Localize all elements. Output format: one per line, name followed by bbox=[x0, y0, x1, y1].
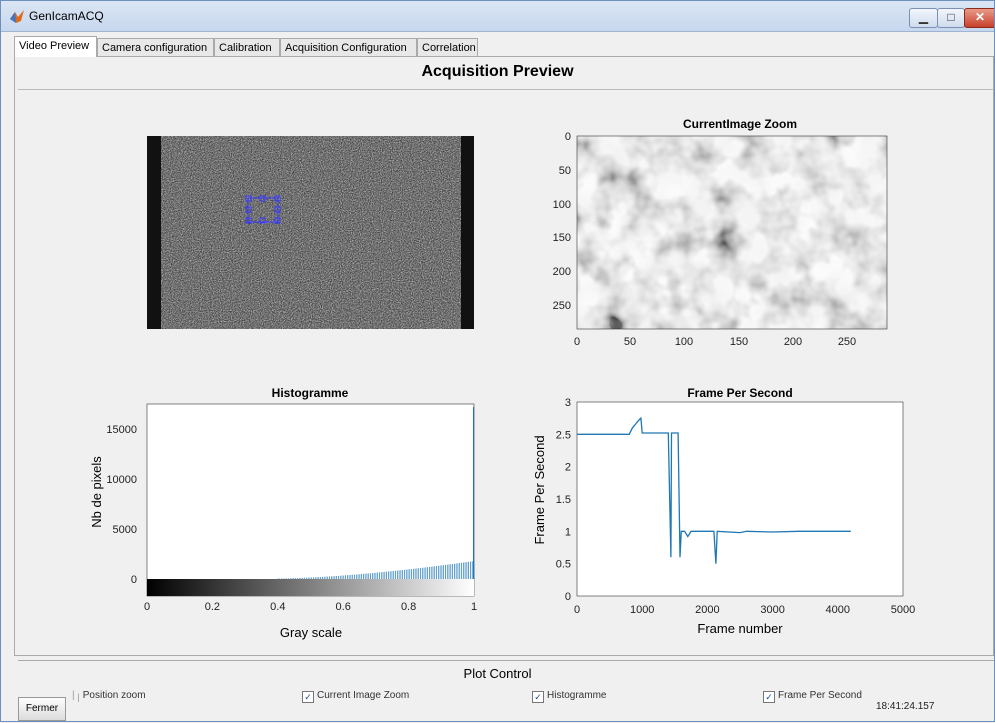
histogram-x-tick: 0.8 bbox=[401, 601, 416, 613]
zoom-y-tick: 250 bbox=[553, 300, 571, 312]
camera-image bbox=[147, 136, 474, 329]
fps-y-tick: 1.5 bbox=[556, 494, 571, 506]
tab-video-preview[interactable]: Video Preview bbox=[14, 36, 97, 57]
histogram-y-tick: 0 bbox=[131, 574, 137, 586]
divider bbox=[18, 89, 994, 90]
fps-y-tick: 0 bbox=[565, 591, 571, 603]
fps-x-tick: 1000 bbox=[630, 604, 654, 616]
zoom-image bbox=[577, 136, 887, 329]
check-label: Histogramme bbox=[547, 690, 607, 701]
check-position-zoom[interactable]: | | Position zoom bbox=[72, 690, 146, 702]
fps-y-tick: 0.5 bbox=[556, 559, 571, 571]
zoom-x-tick: 100 bbox=[675, 336, 693, 348]
fps-y-tick: 3 bbox=[565, 397, 571, 409]
checkbox-position-zoom[interactable]: | bbox=[77, 692, 79, 702]
zoom-y-tick: 50 bbox=[559, 165, 571, 177]
zoom-y-tick: 150 bbox=[553, 232, 571, 244]
fps-y-tick: 2 bbox=[565, 462, 571, 474]
histogram-x-tick: 0 bbox=[144, 601, 150, 613]
check-frame-per-second[interactable]: ✓ Frame Per Second bbox=[763, 690, 862, 703]
close-icon: ✕ bbox=[974, 10, 986, 24]
fps-ylabel: Frame Per Second bbox=[532, 435, 547, 544]
zoom-x-tick: 0 bbox=[574, 336, 580, 348]
zoom-y-tick: 0 bbox=[565, 131, 571, 143]
zoom-y-tick: 200 bbox=[553, 266, 571, 278]
checkbox-current-image-zoom[interactable]: ✓ bbox=[302, 691, 314, 703]
histogram-ylabel: Nb de pixels bbox=[89, 456, 104, 528]
minimize-icon: ▁ bbox=[918, 10, 929, 24]
fps-x-tick: 5000 bbox=[891, 604, 915, 616]
histogram-xlabel: Gray scale bbox=[280, 625, 342, 640]
fps-x-tick: 2000 bbox=[695, 604, 719, 616]
zoom-plot: CurrentImage Zoom 0 50 100 150 200 250 0… bbox=[553, 117, 888, 348]
check-histogramme[interactable]: ✓ Histogramme bbox=[532, 690, 606, 703]
matlab-icon bbox=[10, 10, 24, 23]
tab-calibration[interactable]: Calibration bbox=[214, 38, 280, 56]
tab-acquisition-configuration[interactable]: Acquisition Configuration bbox=[280, 38, 417, 56]
fps-xlabel: Frame number bbox=[697, 621, 783, 636]
histogram-y-tick: 5000 bbox=[113, 524, 137, 536]
histogram-x-tick: 0.6 bbox=[336, 601, 351, 613]
histogram-x-tick: 0.2 bbox=[205, 601, 220, 613]
close-fermer-button[interactable]: Fermer bbox=[18, 697, 66, 721]
fps-y-tick: 1 bbox=[565, 526, 571, 538]
minimize-button[interactable]: ▁ bbox=[909, 8, 938, 28]
fps-title: Frame Per Second bbox=[687, 386, 792, 400]
fps-chart: Frame Per Second Frame Per Second Frame … bbox=[532, 386, 915, 636]
check-label: Current Image Zoom bbox=[317, 690, 410, 701]
fps-y-tick: 2.5 bbox=[556, 429, 571, 441]
close-button[interactable]: ✕ bbox=[964, 8, 994, 28]
grayscale-colorbar bbox=[147, 579, 474, 596]
histogram-chart: Histogramme Nb de pixels Gray scale 0 500… bbox=[89, 386, 477, 640]
histogram-x-tick: 0.4 bbox=[270, 601, 285, 613]
zoom-x-tick: 200 bbox=[784, 336, 802, 348]
check-label: Frame Per Second bbox=[778, 690, 862, 701]
histogram-title: Histogramme bbox=[272, 386, 349, 400]
window-title: GenIcamACQ bbox=[29, 9, 104, 23]
checkbox-frame-per-second[interactable]: ✓ bbox=[763, 691, 775, 703]
timestamp: 18:41:24.157 bbox=[876, 701, 935, 712]
page-title: Acquisition Preview bbox=[421, 63, 574, 80]
check-current-image-zoom[interactable]: ✓ Current Image Zoom bbox=[302, 690, 409, 703]
histogram-y-tick: 15000 bbox=[106, 424, 137, 436]
title-bar: GenIcamACQ ▁ □ ✕ bbox=[1, 1, 994, 32]
histogram-y-tick: 10000 bbox=[106, 474, 137, 486]
fps-x-tick: 0 bbox=[574, 604, 580, 616]
tab-correlation[interactable]: Correlation bbox=[417, 38, 478, 56]
zoom-x-tick: 250 bbox=[838, 336, 856, 348]
histogram-x-tick: 1 bbox=[471, 601, 477, 613]
zoom-plot-title: CurrentImage Zoom bbox=[683, 117, 797, 131]
maximize-icon: □ bbox=[947, 10, 955, 24]
fps-x-tick: 3000 bbox=[760, 604, 784, 616]
zoom-y-tick: 100 bbox=[553, 199, 571, 211]
zoom-x-tick: 150 bbox=[730, 336, 748, 348]
maximize-button[interactable]: □ bbox=[937, 8, 965, 28]
plot-control-title: Plot Control bbox=[463, 666, 532, 681]
fps-x-tick: 4000 bbox=[826, 604, 850, 616]
check-label: Position zoom bbox=[82, 690, 146, 701]
zoom-x-tick: 50 bbox=[624, 336, 636, 348]
checkbox-histogramme[interactable]: ✓ bbox=[532, 691, 544, 703]
tab-camera-configuration[interactable]: Camera configuration bbox=[97, 38, 214, 56]
